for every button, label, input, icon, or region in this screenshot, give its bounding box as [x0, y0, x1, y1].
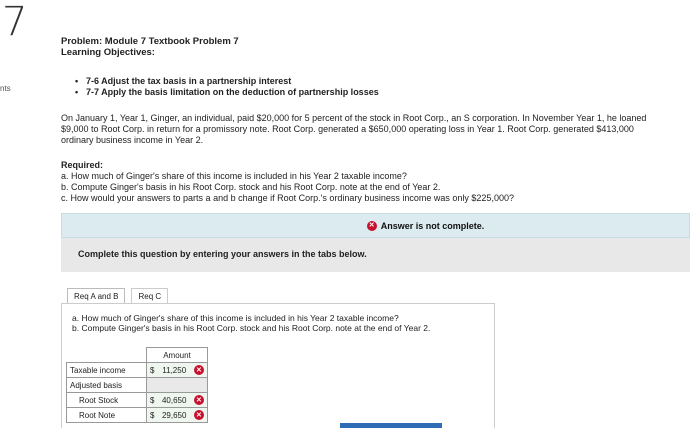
- root-note-field[interactable]: $ 29,650 ✕: [146, 407, 208, 423]
- amount-value: 29,650: [161, 410, 187, 420]
- tab-req-c[interactable]: Req C: [131, 288, 169, 304]
- error-x-icon: ✕: [366, 220, 377, 231]
- side-label: nts: [0, 84, 11, 93]
- row-label: Adjusted basis: [66, 377, 147, 393]
- empty-cell: [146, 377, 208, 393]
- panel-questions: a. How much of Ginger's share of this in…: [72, 313, 430, 333]
- amount-table: Amount Taxable income $ 11,250 ✕ Adjuste…: [66, 347, 208, 423]
- table-row: Root Note $ 29,650 ✕: [66, 407, 208, 423]
- objective-item: 7-7 Apply the basis limitation on the de…: [73, 87, 689, 98]
- answer-status-bar: ✕ Answer is not complete.: [61, 213, 690, 238]
- currency-symbol: $: [150, 365, 155, 375]
- table-row: Root Stock $ 40,650 ✕: [66, 392, 208, 408]
- objective-item: 7-6 Adjust the tax basis in a partnershi…: [73, 76, 689, 87]
- table-row: Taxable income $ 11,250 ✕: [66, 362, 208, 378]
- required-header: Required:: [61, 160, 104, 170]
- amount-column-header: Amount: [146, 347, 208, 363]
- objectives-list: 7-6 Adjust the tax basis in a partnershi…: [73, 76, 689, 98]
- incorrect-icon: ✕: [193, 395, 204, 405]
- instruction-bar: Complete this question by entering your …: [61, 238, 690, 272]
- required-item: c. How would your answers to parts a and…: [61, 193, 514, 203]
- required-item: a. How much of Ginger's share of this in…: [61, 171, 407, 181]
- partial-button[interactable]: [340, 423, 442, 428]
- row-label: Root Note: [66, 407, 147, 423]
- taxable-income-field[interactable]: $ 11,250 ✕: [146, 362, 208, 378]
- question-number: 7: [2, 0, 28, 45]
- problem-header: Problem: Module 7 Textbook Problem 7 Lea…: [61, 36, 689, 98]
- currency-symbol: $: [150, 395, 155, 405]
- required-section: Required: a. How much of Ginger's share …: [61, 160, 661, 204]
- panel-question: b. Compute Ginger's basis in his Root Co…: [72, 323, 431, 333]
- objectives-label: Learning Objectives:: [61, 47, 155, 58]
- instruction-text: Complete this question by entering your …: [78, 249, 367, 259]
- tab-panel: a. How much of Ginger's share of this in…: [61, 303, 495, 428]
- row-label: Taxable income: [66, 362, 147, 378]
- required-item: b. Compute Ginger's basis in his Root Co…: [61, 182, 441, 192]
- root-stock-field[interactable]: $ 40,650 ✕: [146, 392, 208, 408]
- table-row: Adjusted basis: [66, 377, 208, 393]
- panel-question: a. How much of Ginger's share of this in…: [72, 313, 399, 323]
- incorrect-icon: ✕: [193, 365, 204, 375]
- problem-title: Problem: Module 7 Textbook Problem 7: [61, 36, 239, 47]
- row-label: Root Stock: [66, 392, 147, 408]
- currency-symbol: $: [150, 410, 155, 420]
- answer-status-text: Answer is not complete.: [380, 220, 485, 231]
- amount-value: 40,650: [161, 395, 187, 405]
- tab-bar: Req A and B Req C: [67, 288, 174, 304]
- scenario-text: On January 1, Year 1, Ginger, an individ…: [61, 113, 647, 145]
- amount-value: 11,250: [162, 365, 187, 375]
- tab-req-a-and-b[interactable]: Req A and B: [67, 288, 126, 304]
- incorrect-icon: ✕: [193, 410, 204, 420]
